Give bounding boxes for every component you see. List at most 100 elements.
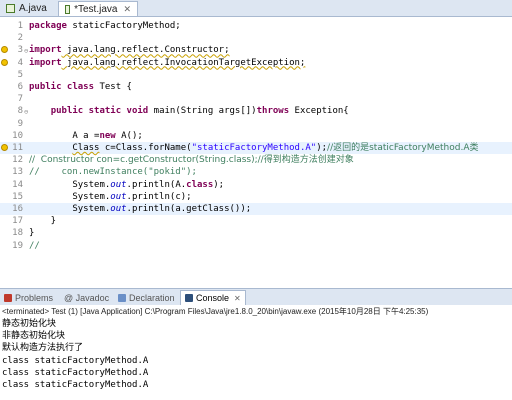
code-line[interactable]: 1 package staticFactoryMethod;	[0, 20, 512, 32]
tab-javadoc-label: @ Javadoc	[64, 292, 110, 303]
code-token: java.lang.reflect.InvocationTargetExcept…	[61, 57, 306, 68]
declaration-icon	[118, 293, 126, 302]
code-token: System.	[29, 179, 111, 190]
tab-problems[interactable]: Problems	[4, 291, 53, 304]
code-line[interactable]: 16 System.out.println(a.getClass());	[0, 203, 512, 215]
line-number: 4	[17, 57, 23, 68]
line-number: 6	[17, 82, 23, 92]
console-output[interactable]: <terminated> Test (1) [Java Application]…	[0, 305, 512, 400]
console-icon	[185, 294, 193, 302]
tab-a-java[interactable]: A.java	[0, 1, 56, 16]
line-number: 18	[12, 228, 23, 239]
tab-console[interactable]: Console ✕	[180, 290, 246, 305]
tab-test-java[interactable]: *Test.java ✕	[58, 1, 138, 16]
code-token: // con.newInstance("pokid");	[29, 167, 197, 178]
code-line[interactable]: 6 public class Test {	[0, 81, 512, 93]
code-line[interactable]: 12 // Constructor con=c.getConstructor(St…	[0, 154, 512, 166]
code-line[interactable]: 4 import java.lang.reflect.InvocationTarg…	[0, 57, 512, 69]
code-token: System.	[29, 191, 111, 202]
code-token: }	[29, 228, 35, 239]
code-line[interactable]: 2	[0, 32, 512, 44]
code-token: out	[110, 179, 127, 190]
code-token: java.lang.reflect.Constructor;	[61, 45, 230, 56]
code-token: // Constructor con=c.getConstructor(Stri…	[29, 155, 354, 166]
code-line[interactable]: 15 System.out.println(c);	[0, 191, 512, 203]
fold-toggle-icon[interactable]: ⊖	[24, 45, 28, 57]
close-icon[interactable]: ✕	[123, 4, 131, 15]
code-line[interactable]: 11 Class c=Class.forName("staticFactoryM…	[0, 142, 512, 154]
code-line[interactable]: 10 A a =new A();	[0, 130, 512, 142]
code-token: Test {	[94, 82, 132, 92]
code-line[interactable]: 17 }	[0, 215, 512, 227]
console-line: class staticFactoryMethod.A	[2, 356, 149, 366]
console-line: class staticFactoryMethod.A	[2, 368, 149, 378]
warning-marker-icon[interactable]	[1, 58, 8, 66]
line-number: 7	[17, 94, 23, 105]
fold-toggle-icon[interactable]: ⊖	[24, 106, 28, 118]
warning-marker-icon[interactable]	[1, 46, 8, 54]
tab-test-java-label: *Test.java	[74, 3, 118, 15]
tab-javadoc[interactable]: @ Javadoc	[64, 291, 109, 304]
tab-console-label: Console	[196, 293, 230, 303]
code-text: // con.newInstance("pokid");	[29, 166, 197, 178]
warning-marker-icon[interactable]	[1, 144, 8, 151]
java-file-icon	[6, 4, 15, 13]
code-token: //返回的是staticFactoryMethod.A类	[327, 143, 479, 153]
close-icon[interactable]: ✕	[234, 294, 241, 303]
code-token: "staticFactoryMethod.A"	[191, 143, 317, 153]
line-number: 5	[17, 69, 23, 80]
code-token: System.	[29, 204, 111, 214]
code-line[interactable]: 18}	[0, 227, 512, 239]
code-line[interactable]: 14 System.out.println(A.class);	[0, 179, 512, 191]
code-token: A a =	[29, 130, 100, 141]
code-line[interactable]: 7	[0, 93, 512, 105]
code-token: throws	[256, 106, 290, 117]
line-number: 9	[17, 118, 23, 129]
java-file-icon	[65, 4, 71, 14]
tab-problems-label: Problems	[15, 292, 54, 303]
code-line[interactable]: 3 ⊖ import java.lang.reflect.Constructor;	[0, 44, 512, 56]
line-number: 14	[12, 179, 23, 190]
tab-declaration-label: Declaration	[129, 292, 175, 303]
code-token: public class	[29, 82, 95, 92]
code-text: A a =new A();	[29, 130, 143, 142]
console-line: 非静态初始化块	[2, 331, 66, 341]
line-number: 15	[12, 191, 23, 202]
tab-a-java-label: A.java	[19, 3, 47, 14]
code-text: System.out.println(A.class);	[29, 179, 224, 191]
code-line[interactable]: 8 ⊖ public static void main(String args[]…	[0, 105, 512, 117]
code-editor[interactable]: 1 package staticFactoryMethod; 2 3 ⊖ import j…	[0, 17, 512, 285]
code-line[interactable]: 5	[0, 69, 512, 81]
code-text: System.out.println(c);	[29, 191, 191, 203]
code-token: Class	[72, 143, 100, 153]
code-text: Class c=Class.forName("staticFactoryMeth…	[29, 142, 478, 154]
console-line: 默认构造方法执行了	[2, 343, 84, 353]
line-number: 11	[12, 143, 23, 153]
code-line[interactable]: 9	[0, 118, 512, 130]
code-token: import	[29, 57, 62, 68]
code-line[interactable]: 19 //	[0, 240, 512, 252]
code-token: .println(A.	[126, 179, 187, 190]
editor-tab-bar: A.java *Test.java ✕	[0, 0, 512, 17]
console-terminated-status: <terminated> Test (1) [Java Application]…	[2, 307, 429, 316]
code-token: .println(a.getClass());	[126, 204, 252, 214]
line-number: 17	[12, 216, 23, 227]
code-token: }	[29, 216, 57, 227]
code-token: A();	[115, 130, 143, 141]
code-line[interactable]: 13 // con.newInstance("pokid");	[0, 166, 512, 178]
code-token: new	[99, 130, 116, 141]
line-number: 16	[12, 204, 23, 214]
code-token: //	[29, 240, 40, 251]
code-text: package staticFactoryMethod;	[29, 20, 181, 32]
code-token: class	[186, 179, 214, 190]
code-text: import java.lang.reflect.InvocationTarge…	[29, 57, 305, 69]
line-number: 13	[12, 167, 23, 178]
line-number: 3	[17, 45, 23, 56]
bottom-view-tabs: Problems @ Javadoc Declaration Console ✕	[0, 288, 512, 306]
tab-declaration[interactable]: Declaration	[118, 291, 175, 304]
code-token: public static void	[50, 106, 149, 117]
code-text: import java.lang.reflect.Constructor;	[29, 44, 230, 56]
code-token: );	[316, 143, 328, 153]
